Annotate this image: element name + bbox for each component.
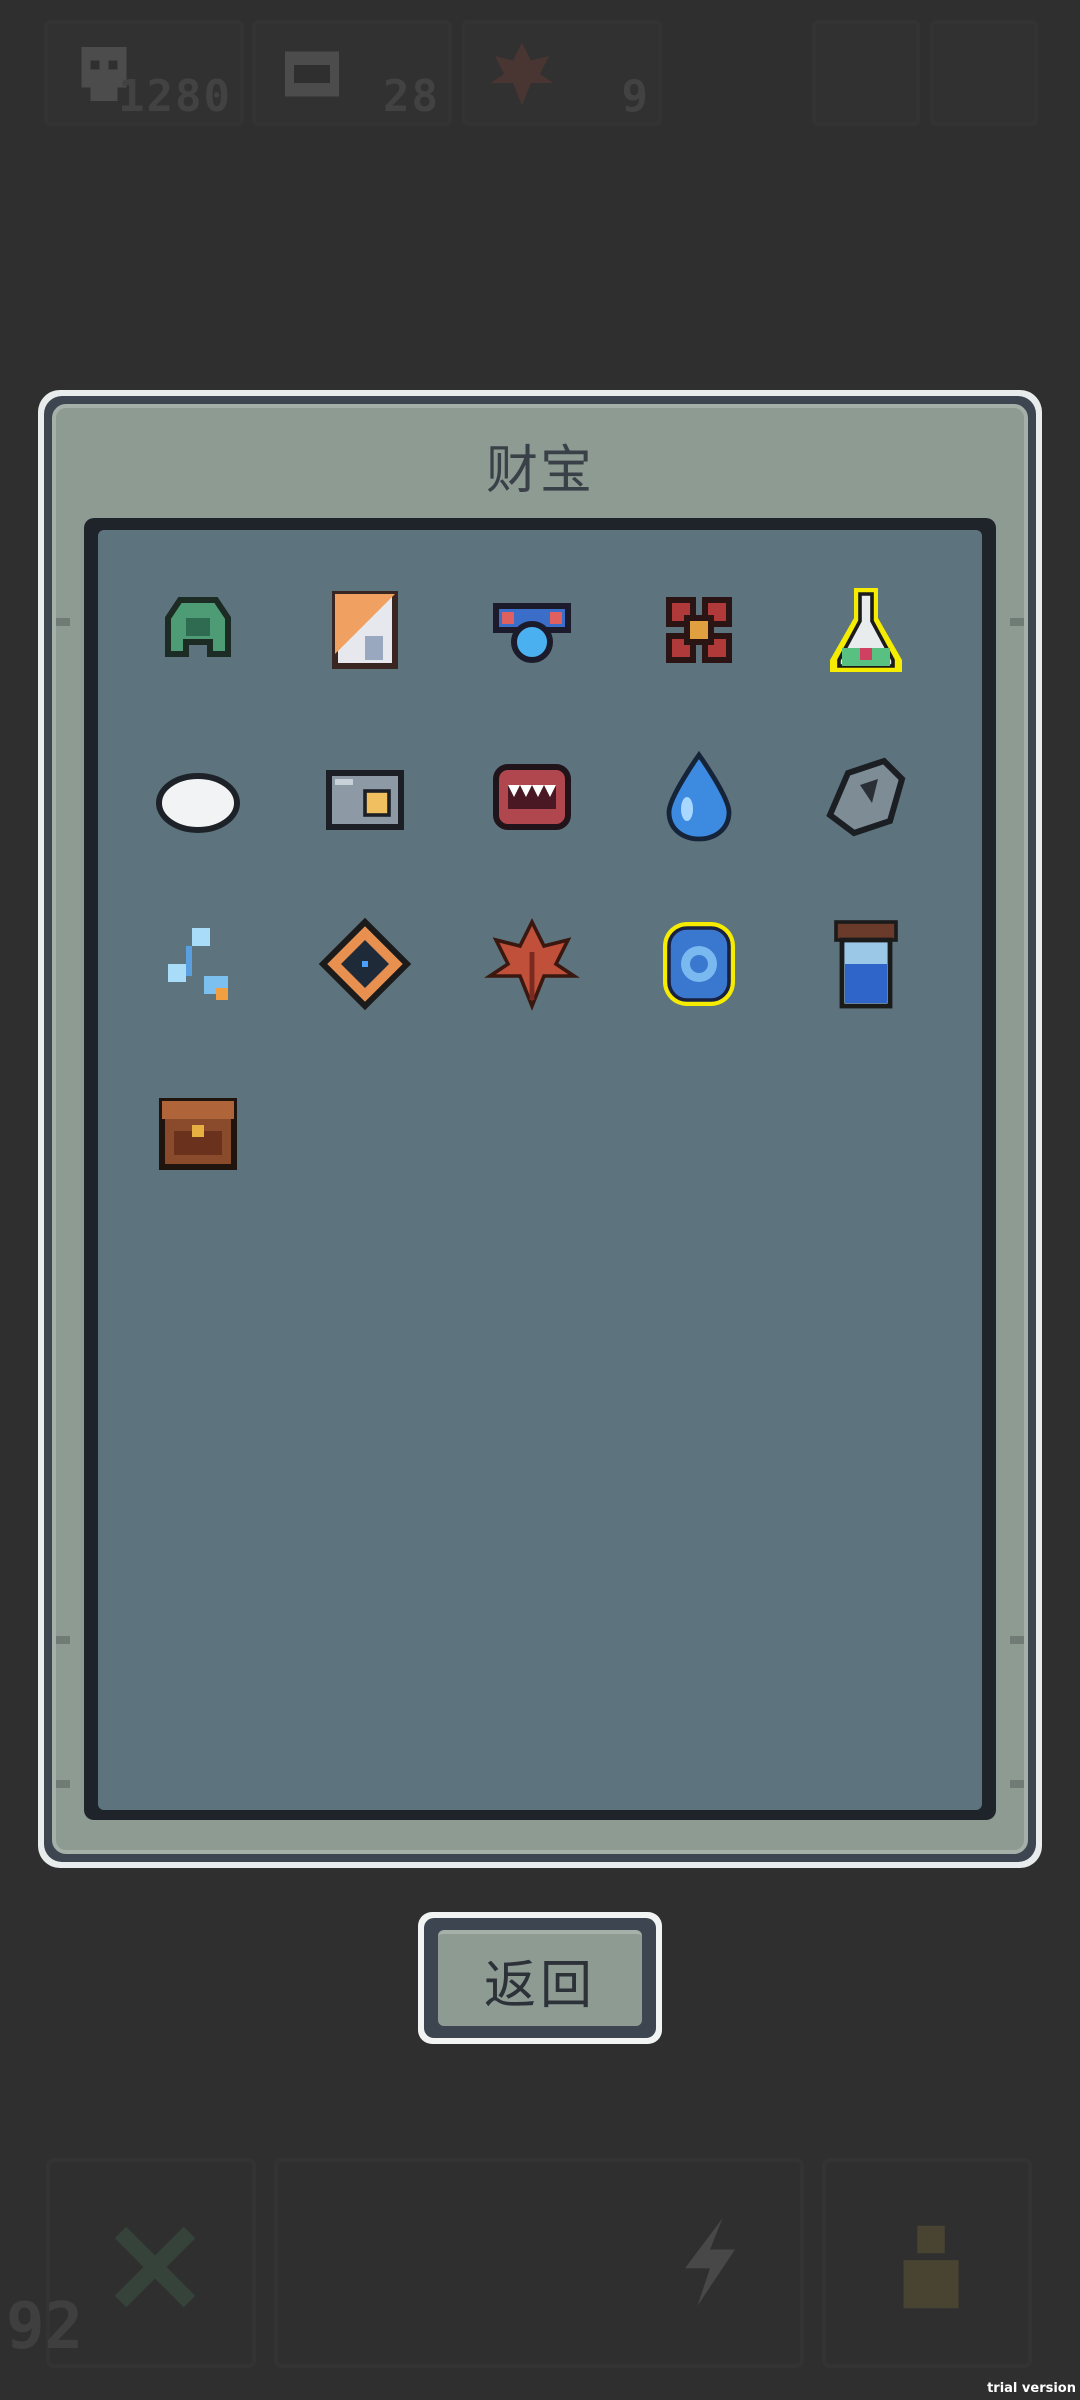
- level-number: 92: [6, 2290, 84, 2364]
- white-egg-icon: [156, 773, 240, 833]
- item-slot[interactable]: [138, 904, 258, 1024]
- blue-jar-icon: [834, 920, 898, 1009]
- dark-diamond-gem-icon: [318, 917, 412, 1011]
- skull-count: 1280: [118, 71, 232, 122]
- red-flower-icon: [666, 597, 732, 663]
- item-grid: [98, 530, 982, 1810]
- crystal-shards-icon: [168, 928, 228, 1000]
- resource-slot-leaves: 9: [462, 20, 662, 126]
- item-slot[interactable]: [138, 737, 258, 857]
- item-slot[interactable]: [806, 570, 926, 690]
- item-slot[interactable]: [472, 904, 592, 1024]
- treasure-chest-icon: [159, 1098, 237, 1170]
- panel-title: 财宝: [485, 441, 594, 501]
- item-slot[interactable]: [639, 904, 759, 1024]
- lightning-icon: [685, 2218, 735, 2306]
- mimic-mouth-icon: [493, 764, 571, 830]
- item-slot[interactable]: [305, 904, 425, 1024]
- folded-map-icon: [332, 591, 398, 669]
- mimic-mouth-icon: [285, 51, 339, 97]
- back-button[interactable]: 返回: [438, 1930, 642, 2026]
- camera-box-icon: [326, 770, 404, 830]
- trial-watermark: trial version: [987, 2381, 1076, 2396]
- panel-rivet: [56, 618, 70, 626]
- skill-bar[interactable]: [274, 2158, 804, 2368]
- blue-amulet-icon: [493, 603, 571, 663]
- leaf-count: 9: [621, 71, 650, 122]
- menu-button[interactable]: [812, 20, 920, 126]
- stone-rock-icon: [826, 757, 906, 837]
- green-helmet-icon: [165, 597, 231, 657]
- character-silhouette-icon: [903, 2225, 959, 2309]
- item-slot[interactable]: [138, 570, 258, 690]
- panel-rivet: [1010, 1636, 1024, 1644]
- settings-button[interactable]: [930, 20, 1038, 126]
- blue-shield-orb-icon: [663, 922, 735, 1006]
- character-button[interactable]: [822, 2158, 1032, 2368]
- item-slot[interactable]: [472, 737, 592, 857]
- maple-leaf-icon: [490, 42, 554, 106]
- panel-rivet: [1010, 1780, 1024, 1788]
- resource-slot-mimic: 28: [252, 20, 452, 126]
- mimic-count: 28: [383, 71, 440, 122]
- panel-rivet: [56, 1780, 70, 1788]
- item-slot[interactable]: [305, 737, 425, 857]
- item-slot[interactable]: [472, 570, 592, 690]
- water-drop-icon: [666, 750, 732, 842]
- resource-slot-skulls: 1280: [44, 20, 244, 126]
- maple-leaf-icon: [484, 917, 580, 1011]
- item-slot[interactable]: [639, 737, 759, 857]
- item-slot[interactable]: [806, 737, 926, 857]
- item-slot[interactable]: [305, 570, 425, 690]
- potion-flask-icon: [830, 588, 902, 672]
- panel-rivet: [56, 1636, 70, 1644]
- panel-rivet: [1010, 618, 1024, 626]
- item-slot[interactable]: [806, 904, 926, 1024]
- item-slot[interactable]: [639, 570, 759, 690]
- item-slot[interactable]: [138, 1071, 258, 1191]
- crossed-swords-icon: [114, 2226, 196, 2308]
